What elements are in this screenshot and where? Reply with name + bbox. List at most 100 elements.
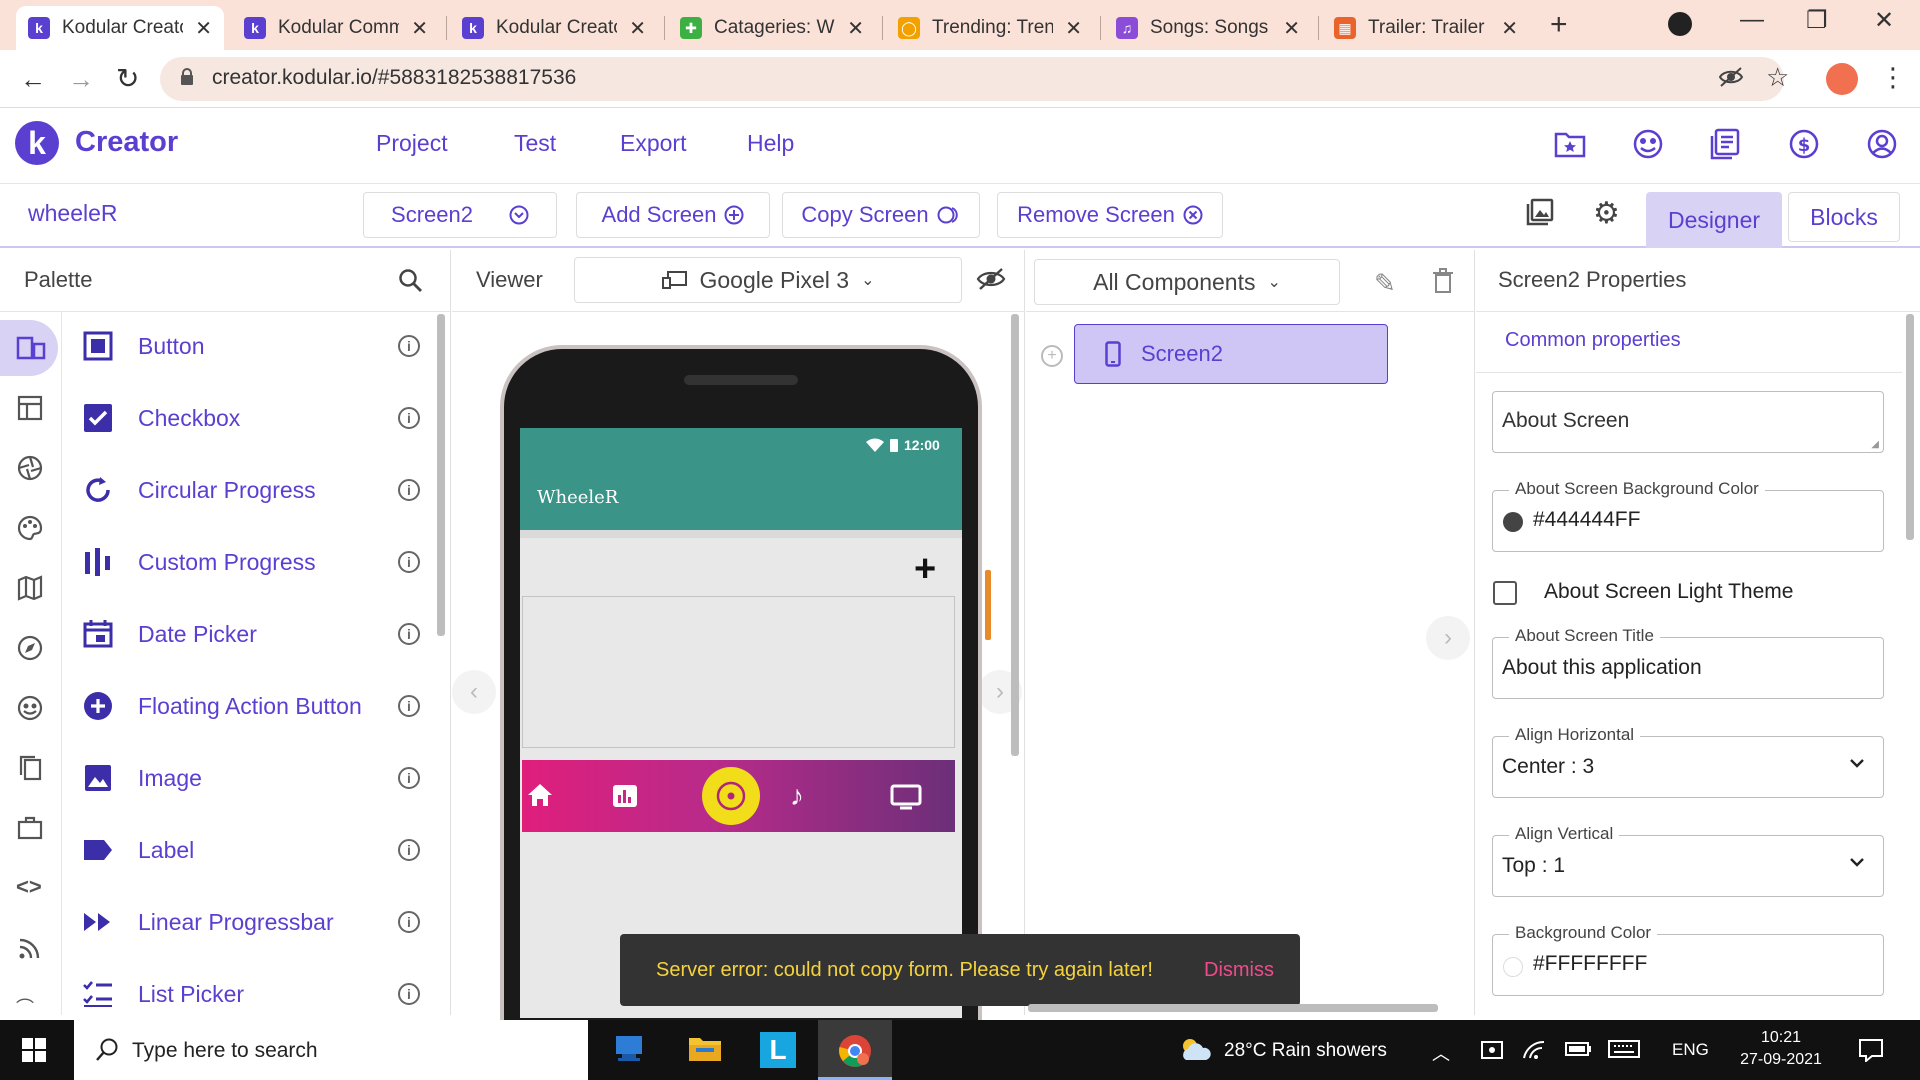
close-tab-icon[interactable]: ✕ (1065, 16, 1082, 41)
about-screen-textarea[interactable]: About Screen ◢ (1492, 391, 1884, 453)
delete-trash-icon[interactable] (1432, 268, 1454, 294)
browser-tab[interactable]: ✚ Catageries: Wh ✕ (668, 6, 876, 50)
palette-item-floating-action-button[interactable]: Floating Action Button i (80, 670, 420, 742)
clock[interactable]: 10:21 27-09-2021 (1740, 1027, 1822, 1071)
resize-handle-icon[interactable]: ◢ (1871, 439, 1879, 450)
info-icon[interactable]: i (398, 335, 420, 357)
bookmark-star-icon[interactable]: ☆ (1766, 62, 1789, 93)
close-tab-icon[interactable]: ✕ (1501, 16, 1518, 41)
connectivity-rss-icon[interactable] (16, 934, 46, 964)
account-icon[interactable] (1866, 128, 1898, 160)
designer-tab[interactable]: Designer (1646, 192, 1782, 248)
close-tab-icon[interactable]: ✕ (411, 16, 428, 41)
components-scrollbar[interactable] (1028, 1004, 1438, 1012)
palette-item-label-component[interactable]: Label i (80, 814, 420, 886)
menu-help[interactable]: Help (747, 130, 794, 157)
kodular-logo[interactable]: k (15, 121, 59, 165)
drawing-palette-icon[interactable] (16, 514, 46, 544)
stats-bar-chart-icon[interactable] (612, 784, 638, 808)
monetization-dollar-icon[interactable]: $ (1788, 128, 1820, 160)
add-screen-button[interactable]: Add Screen (576, 192, 770, 238)
back-icon[interactable]: ← (20, 64, 46, 95)
layout-category-icon[interactable] (16, 394, 46, 424)
storage-copy-icon[interactable] (16, 754, 46, 784)
components-filter-dropdown[interactable]: All Components ⌄ (1034, 259, 1340, 305)
meet-now-icon[interactable] (1480, 1038, 1504, 1062)
screen-select-dropdown[interactable]: Screen2 (363, 192, 557, 238)
menu-export[interactable]: Export (620, 130, 686, 157)
close-tab-icon[interactable]: ✕ (1283, 16, 1300, 41)
close-tab-icon[interactable]: ✕ (195, 16, 212, 41)
notifications-icon[interactable] (1858, 1038, 1884, 1062)
browser-tab[interactable]: k Kodular Creator ✕ (16, 6, 224, 50)
info-icon[interactable]: i (398, 479, 420, 501)
reload-icon[interactable]: ↻ (116, 62, 139, 95)
music-note-icon[interactable]: ♪ (790, 780, 804, 812)
browser-tab[interactable]: k Kodular Creator ✕ (450, 6, 658, 50)
info-icon[interactable]: i (398, 911, 420, 933)
info-icon[interactable]: i (398, 983, 420, 1005)
brand-title[interactable]: Creator (75, 126, 178, 159)
blocks-tab[interactable]: Blocks (1788, 192, 1900, 242)
light-theme-checkbox[interactable] (1493, 581, 1517, 605)
palette-item-custom-progress[interactable]: Custom Progress i (80, 526, 420, 598)
align-horizontal-select[interactable]: Align Horizontal Center : 3 (1492, 725, 1884, 798)
tab-search-icon[interactable] (1668, 12, 1692, 36)
minimize-icon[interactable]: — (1740, 6, 1764, 34)
about-screen-title-field[interactable]: About Screen Title About this applicatio… (1492, 626, 1884, 699)
browser-tab[interactable]: k Kodular Community ✕ (232, 6, 440, 50)
profile-avatar[interactable] (1826, 63, 1858, 95)
arrangement-placeholder[interactable] (522, 596, 955, 748)
properties-scrollbar[interactable] (1906, 314, 1914, 540)
remove-screen-button[interactable]: Remove Screen (997, 192, 1223, 238)
gallery-icon[interactable] (1526, 198, 1554, 226)
color-swatch[interactable] (1503, 512, 1523, 532)
browser-tab[interactable]: ♫ Songs: Songs V ✕ (1104, 6, 1312, 50)
maps-category-icon[interactable] (16, 574, 46, 604)
properties-expand-chevron-icon[interactable]: › (1426, 616, 1470, 660)
info-icon[interactable]: i (398, 551, 420, 573)
palette-item-button[interactable]: Button i (80, 310, 420, 382)
code-brackets-icon[interactable]: <> (16, 874, 46, 904)
social-face-icon[interactable] (16, 694, 46, 724)
taskbar-desktop-app-icon[interactable] (614, 1032, 646, 1064)
info-icon[interactable]: i (398, 695, 420, 717)
align-vertical-select[interactable]: Align Vertical Top : 1 (1492, 824, 1884, 897)
restore-icon[interactable]: ❐ (1806, 6, 1828, 35)
forward-icon[interactable]: → (68, 64, 94, 95)
info-icon[interactable]: i (398, 623, 420, 645)
user-interface-category-icon[interactable] (16, 334, 46, 364)
add-plus-icon[interactable]: + (914, 548, 936, 591)
expand-tree-icon[interactable]: + (1041, 345, 1063, 367)
hidden-components-eye-off-icon[interactable] (976, 266, 1006, 292)
browser-tab[interactable]: ▦ Trailer: Trailer w ✕ (1322, 6, 1530, 50)
weather-text[interactable]: 28°C Rain showers (1224, 1040, 1387, 1062)
palette-item-circular-progress[interactable]: Circular Progress i (80, 454, 420, 526)
tv-monitor-icon[interactable] (890, 784, 922, 810)
launcher-l-app-icon[interactable]: L (760, 1032, 796, 1068)
companion-face-icon[interactable] (1632, 128, 1664, 160)
sensors-compass-icon[interactable] (16, 634, 46, 664)
viewer-prev-chevron-icon[interactable]: ‹ (452, 670, 496, 714)
wifi-network-icon[interactable] (1522, 1038, 1546, 1060)
window-close-icon[interactable]: ✕ (1874, 6, 1894, 35)
media-category-icon[interactable] (16, 454, 46, 484)
common-properties-section[interactable]: Common properties (1505, 329, 1681, 352)
language-indicator[interactable]: ENG (1672, 1040, 1709, 1060)
menu-test[interactable]: Test (514, 130, 556, 157)
device-select-dropdown[interactable]: Google Pixel 3 ⌄ (574, 257, 962, 303)
viewer-scrollbar[interactable] (1011, 314, 1019, 756)
url-text[interactable]: creator.kodular.io/#5883182538817536 (212, 66, 576, 90)
palette-item-checkbox[interactable]: Checkbox i (80, 382, 420, 454)
info-icon[interactable]: i (398, 839, 420, 861)
background-color-field[interactable]: Background Color #FFFFFFFF (1492, 923, 1884, 996)
folder-star-icon[interactable] (1554, 130, 1586, 158)
menu-project[interactable]: Project (376, 130, 448, 157)
home-icon[interactable] (526, 782, 554, 808)
settings-gear-icon[interactable]: ⚙ (1593, 196, 1620, 231)
rename-pencil-icon[interactable]: ✎ (1374, 268, 1396, 299)
close-tab-icon[interactable]: ✕ (847, 16, 864, 41)
info-icon[interactable]: i (398, 407, 420, 429)
color-swatch[interactable] (1503, 957, 1523, 977)
tracking-eye-off-icon[interactable] (1718, 66, 1744, 88)
